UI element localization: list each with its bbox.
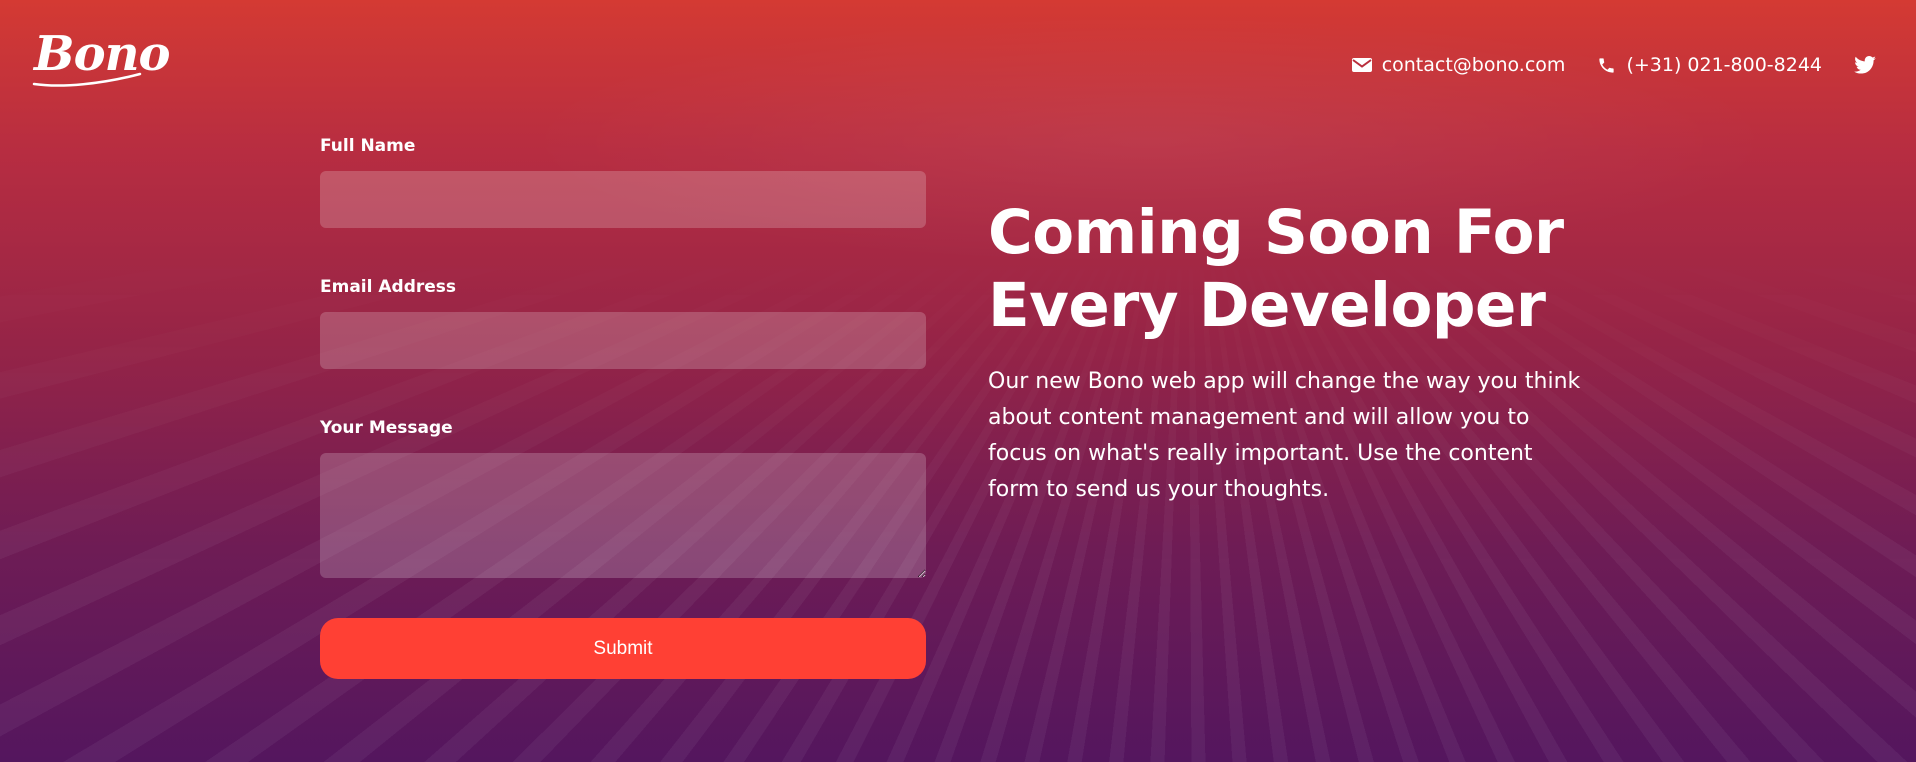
hero-description: Our new Bono web app will change the way… xyxy=(988,369,1581,502)
logo-swash xyxy=(32,72,142,87)
message-textarea[interactable] xyxy=(320,453,926,578)
contact-phone[interactable]: (+31) 021-800-8244 xyxy=(1597,52,1822,78)
background-haze xyxy=(0,0,1916,762)
phone-icon xyxy=(1599,57,1615,73)
phone-number[interactable]: (+31) 021-800-8244 xyxy=(1626,52,1822,78)
contact-form: Full Name Email Address Your Message Sub… xyxy=(320,134,926,679)
full-name-label: Full Name xyxy=(320,136,416,156)
envelope-icon xyxy=(1351,58,1372,72)
submit-button[interactable]: Submit xyxy=(320,618,926,679)
hero-title-line2: Every Developer xyxy=(988,270,1546,341)
full-name-input[interactable] xyxy=(320,171,926,228)
twitter-link[interactable] xyxy=(1854,56,1876,74)
background-rays xyxy=(0,0,1916,762)
hero-title: Coming Soon For Every Developer xyxy=(988,196,1598,342)
message-label: Your Message xyxy=(320,418,453,438)
bono-logo[interactable]: Bono xyxy=(32,30,170,87)
email-link[interactable]: contact@bono.com xyxy=(1382,52,1566,78)
email-input[interactable] xyxy=(320,312,926,369)
contact-email[interactable]: contact@bono.com xyxy=(1351,52,1566,78)
header-contact: contact@bono.com (+31) 021-800-8244 xyxy=(1351,52,1876,78)
hero-section: Coming Soon For Every Developer Our new … xyxy=(988,196,1598,508)
email-label: Email Address xyxy=(320,277,457,297)
hero-title-line1: Coming Soon For xyxy=(988,197,1564,268)
twitter-icon xyxy=(1854,56,1876,74)
